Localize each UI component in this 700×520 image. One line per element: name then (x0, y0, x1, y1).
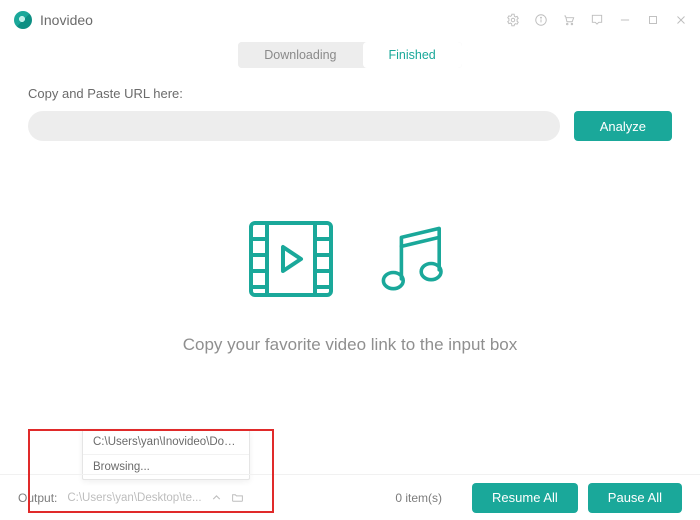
url-label: Copy and Paste URL here: (28, 86, 672, 101)
item-count: 0 item(s) (395, 491, 442, 505)
close-icon[interactable] (674, 13, 688, 27)
tab-downloading[interactable]: Downloading (238, 42, 362, 68)
output-label: Output: (18, 491, 57, 505)
title-bar: Inovideo (0, 0, 700, 40)
maximize-icon[interactable] (646, 13, 660, 27)
output-path-text: C:\Users\yan\Desktop\te... (67, 492, 201, 504)
output-recent-item[interactable]: C:\Users\yan\Inovideo\Down... (83, 430, 249, 454)
app-title: Inovideo (40, 12, 93, 28)
output-path-popup[interactable]: C:\Users\yan\Inovideo\Down... Browsing..… (82, 429, 250, 480)
chevron-up-icon[interactable] (210, 491, 223, 504)
comment-icon[interactable] (590, 13, 604, 27)
music-note-icon (369, 214, 459, 304)
app-logo-icon (14, 11, 32, 29)
bottom-bar: Output: C:\Users\yan\Desktop\te... 0 ite… (0, 474, 700, 520)
info-icon[interactable] (534, 13, 548, 27)
pause-all-button[interactable]: Pause All (588, 483, 682, 513)
gear-icon[interactable] (506, 13, 520, 27)
url-section: Copy and Paste URL here: Analyze (0, 68, 700, 141)
window-controls (506, 13, 688, 27)
url-input[interactable] (28, 111, 560, 141)
tab-bar: Downloading Finished (0, 42, 700, 68)
folder-open-icon[interactable] (231, 491, 244, 504)
empty-illustration (241, 209, 459, 309)
minimize-icon[interactable] (618, 13, 632, 27)
analyze-button[interactable]: Analyze (574, 111, 672, 141)
empty-state: Copy your favorite video link to the inp… (0, 209, 700, 355)
tab-finished[interactable]: Finished (363, 42, 462, 68)
empty-message: Copy your favorite video link to the inp… (183, 335, 518, 355)
output-path-control[interactable]: C:\Users\yan\Desktop\te... (67, 491, 243, 504)
cart-icon[interactable] (562, 13, 576, 27)
film-icon (241, 209, 341, 309)
resume-all-button[interactable]: Resume All (472, 483, 578, 513)
